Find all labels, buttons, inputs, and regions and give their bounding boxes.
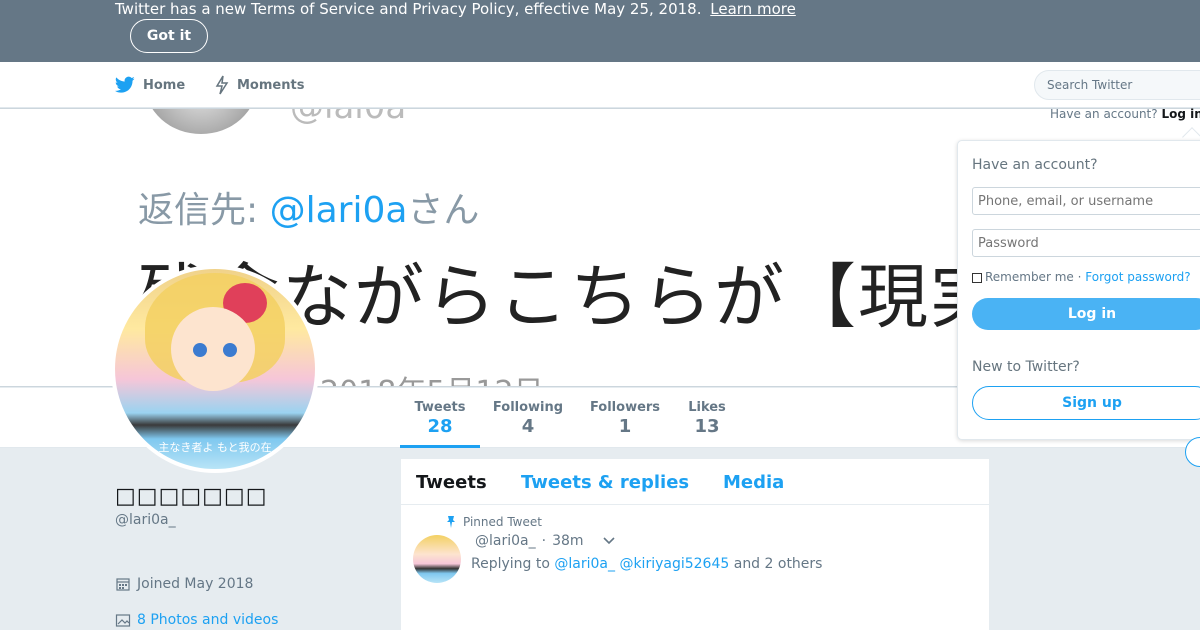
login-dropdown: Have an account? Remember me · Forgot pa… [957,140,1200,440]
photos-videos-link[interactable]: 8 Photos and videos [115,612,278,628]
avatar-face [171,307,255,391]
profile-handle[interactable]: @lari0a_ [115,512,176,528]
tab-tweets[interactable]: Tweets [416,472,487,493]
remember-separator: · [1077,270,1082,284]
lightning-icon [215,75,229,95]
stat-label: Tweets [414,400,466,415]
banner-text: Twitter has a new Terms of Service and P… [115,0,702,18]
header-image-reply-handle: @lari0a [269,190,408,231]
header-image-reply-suffix: さん [407,190,480,231]
pinned-label: Pinned Tweet [445,515,542,529]
search-input[interactable]: Search Twitter [1034,70,1200,100]
pin-icon [447,516,455,528]
remember-me-checkbox[interactable] [972,273,982,283]
login-top-link[interactable]: Log in [1161,107,1200,121]
profile-name[interactable]: □□□□□□□ [115,484,268,509]
have-account-text: Have an account? [1050,107,1158,121]
signup-button[interactable]: Sign up [972,386,1200,420]
login-title: Have an account? [972,157,1098,173]
avatar-eye [193,343,207,357]
reply-suffix[interactable]: and 2 others [734,556,823,572]
pinned-label-text: Pinned Tweet [463,515,542,529]
stat-following[interactable]: Following 4 [490,388,566,448]
nav-moments-label: Moments [237,77,305,93]
got-it-button[interactable]: Got it [130,19,208,53]
top-nav: Home Moments Search Twitter [0,62,1200,108]
stat-label: Following [492,400,564,415]
policy-banner: Twitter has a new Terms of Service and P… [0,0,1200,62]
nav-home[interactable]: Home [115,62,185,108]
banner-message: Twitter has a new Terms of Service and P… [115,0,796,18]
timeline: Tweets Tweets & replies Media Pinned Twe… [401,459,989,630]
calendar-icon [116,578,130,591]
timeline-tabs: Tweets Tweets & replies Media [401,459,989,505]
header-image-reply: 返信先: @lari0aさん [138,181,479,233]
chevron-down-icon[interactable] [602,536,616,546]
profile-joined: Joined May 2018 [115,576,253,592]
remember-row: Remember me · Forgot password? [972,270,1191,284]
header-image-reply-prefix: 返信先: [138,190,270,231]
stat-value: 1 [618,416,632,437]
forgot-password-link[interactable]: Forgot password? [1085,270,1190,284]
photos-videos-label: 8 Photos and videos [137,612,279,628]
nav-home-label: Home [143,77,186,93]
stat-tweets[interactable]: Tweets 28 [400,388,480,448]
tweet-time[interactable]: 38m [552,533,583,549]
stat-followers[interactable]: Followers 1 [588,388,662,448]
stat-value: 4 [521,416,535,437]
have-account-prompt: Have an account? Log in [1050,107,1200,121]
avatar-eye [223,343,237,357]
password-field[interactable] [972,229,1200,257]
tweet-reply-line: Replying to @lari0a_ @kiriyagi52645 and … [471,556,822,572]
stat-label: Followers [589,400,661,415]
avatar-image: 主なき者よ もと我の在 [115,269,315,469]
login-button[interactable]: Log in [972,298,1200,330]
username-field[interactable] [972,187,1200,215]
stat-value: 13 [694,416,720,437]
learn-more-link[interactable]: Learn more [710,0,796,18]
header-image-handle: @lai0a [290,109,406,127]
remember-me-label[interactable]: Remember me [985,270,1074,284]
tab-tweets-replies[interactable]: Tweets & replies [521,472,689,493]
stat-likes[interactable]: Likes 13 [684,388,730,448]
stat-label: Likes [688,400,726,415]
tweet-handle[interactable]: @lari0a_ [475,533,536,549]
joined-text: Joined May 2018 [137,576,254,592]
nav-moments[interactable]: Moments [215,62,304,108]
reply-prefix: Replying to [471,556,550,572]
new-to-twitter: New to Twitter? [972,359,1080,375]
profile-avatar[interactable]: 主なき者よ もと我の在 [111,265,319,473]
twitter-bird-icon [115,76,135,93]
avatar-caption: 主なき者よ もと我の在 [158,441,272,454]
tab-media[interactable]: Media [723,472,784,493]
reply-mention-2[interactable]: @kiriyagi52645 [619,556,729,572]
photo-icon [115,614,131,627]
header-image-avatar [145,109,257,134]
tweet-header: @lari0a_ · 38m [475,533,616,549]
reply-mention-1[interactable]: @lari0a_ [554,556,615,572]
tweet-avatar[interactable] [413,535,461,583]
stat-value: 28 [427,416,453,437]
tweet-separator: · [541,533,547,549]
header-image-date: 2018年5月12日 [320,367,544,386]
